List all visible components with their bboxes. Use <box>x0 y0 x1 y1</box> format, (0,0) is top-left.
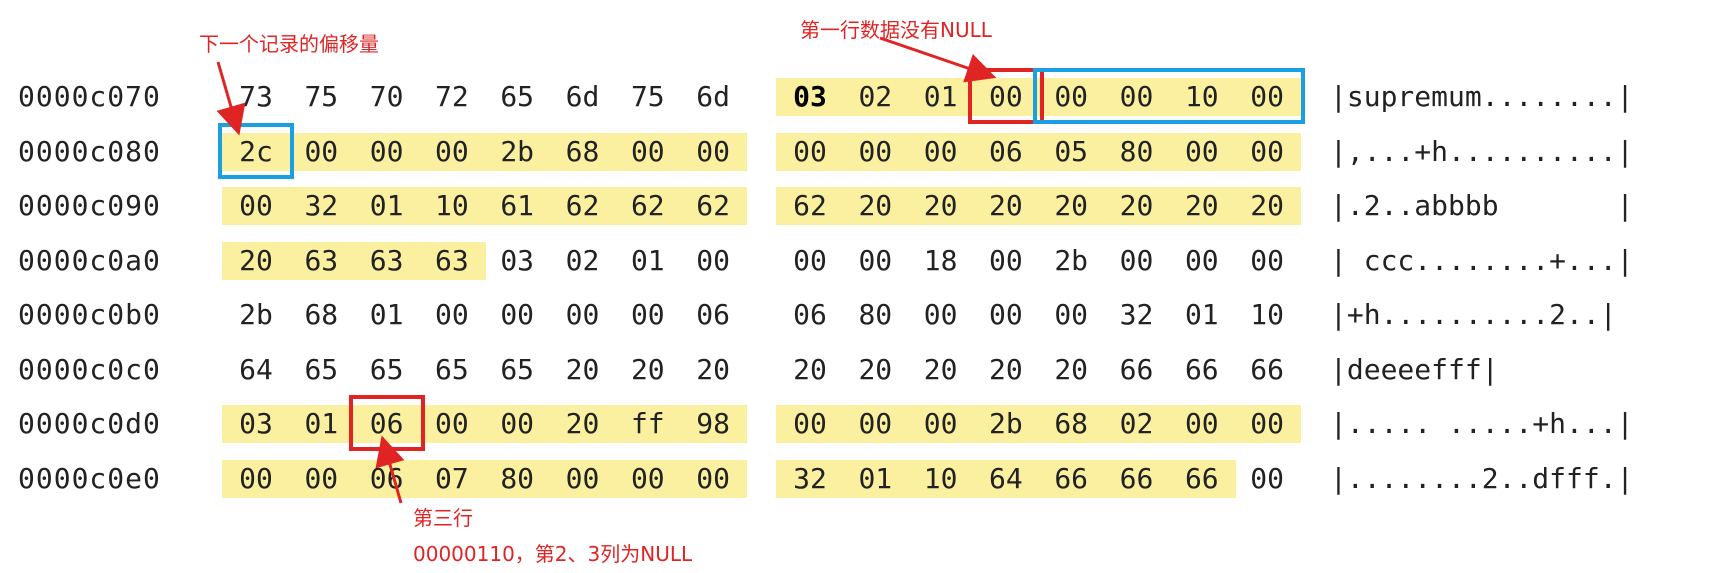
annotation-first-row-no-null: 第一行数据没有NULL <box>800 18 992 42</box>
arrow-next-record-offset <box>216 61 246 136</box>
annotation-next-record-offset: 下一个记录的偏移量 <box>199 32 379 56</box>
annotation-third-row-detail: 00000110，第2、3列为NULL <box>413 542 693 566</box>
arrow-first-row-no-null <box>879 36 997 83</box>
annotation-third-row: 第三行 <box>413 506 473 530</box>
annotation-arrows <box>216 36 997 504</box>
hex-dump-figure: 0000c070 73 75 70 72 65 6d 75 6d 03 02 01 00 00 00 10 00… <box>0 0 1731 573</box>
arrow-third-row <box>375 435 405 504</box>
